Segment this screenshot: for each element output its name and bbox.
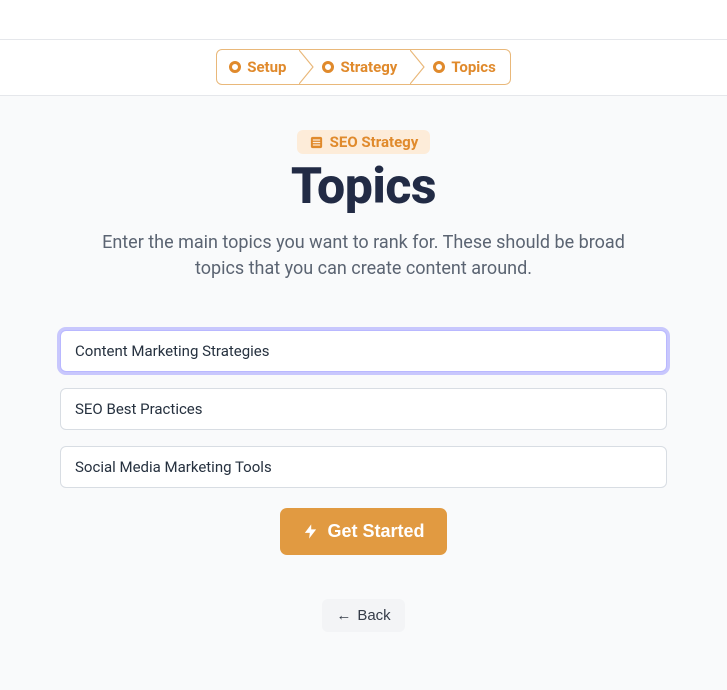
top-bar: [0, 0, 727, 40]
topic-input-1[interactable]: [60, 330, 667, 372]
page-subtitle: Enter the main topics you want to rank f…: [84, 230, 644, 282]
get-started-button[interactable]: Get Started: [280, 508, 446, 555]
list-icon: [309, 135, 324, 150]
breadcrumb: Setup Strategy Topics: [216, 49, 511, 85]
breadcrumb-bar: Setup Strategy Topics: [0, 40, 727, 96]
chevron-right-icon: [410, 50, 426, 84]
section-pill-label: SEO Strategy: [330, 133, 419, 151]
topic-input-2[interactable]: [60, 388, 667, 430]
back-button[interactable]: ← Back: [322, 599, 404, 632]
breadcrumb-item-strategy[interactable]: Strategy: [300, 50, 411, 84]
page-title: Topics: [60, 158, 667, 216]
topic-inputs: [60, 330, 667, 488]
breadcrumb-label: Strategy: [340, 58, 397, 76]
section-pill: SEO Strategy: [297, 130, 431, 154]
chevron-right-icon: [299, 50, 315, 84]
breadcrumb-label: Setup: [247, 58, 286, 76]
breadcrumb-item-topics[interactable]: Topics: [411, 50, 509, 84]
back-label: Back: [357, 607, 390, 624]
arrow-left-icon: ←: [336, 607, 351, 624]
breadcrumb-item-setup[interactable]: Setup: [217, 50, 300, 84]
circle-icon: [322, 61, 334, 73]
breadcrumb-label: Topics: [451, 58, 495, 76]
circle-icon: [433, 61, 445, 73]
circle-icon: [229, 61, 241, 73]
main-content: SEO Strategy Topics Enter the main topic…: [0, 96, 727, 690]
lightning-icon: [302, 523, 319, 540]
topic-input-3[interactable]: [60, 446, 667, 488]
get-started-label: Get Started: [327, 521, 424, 542]
